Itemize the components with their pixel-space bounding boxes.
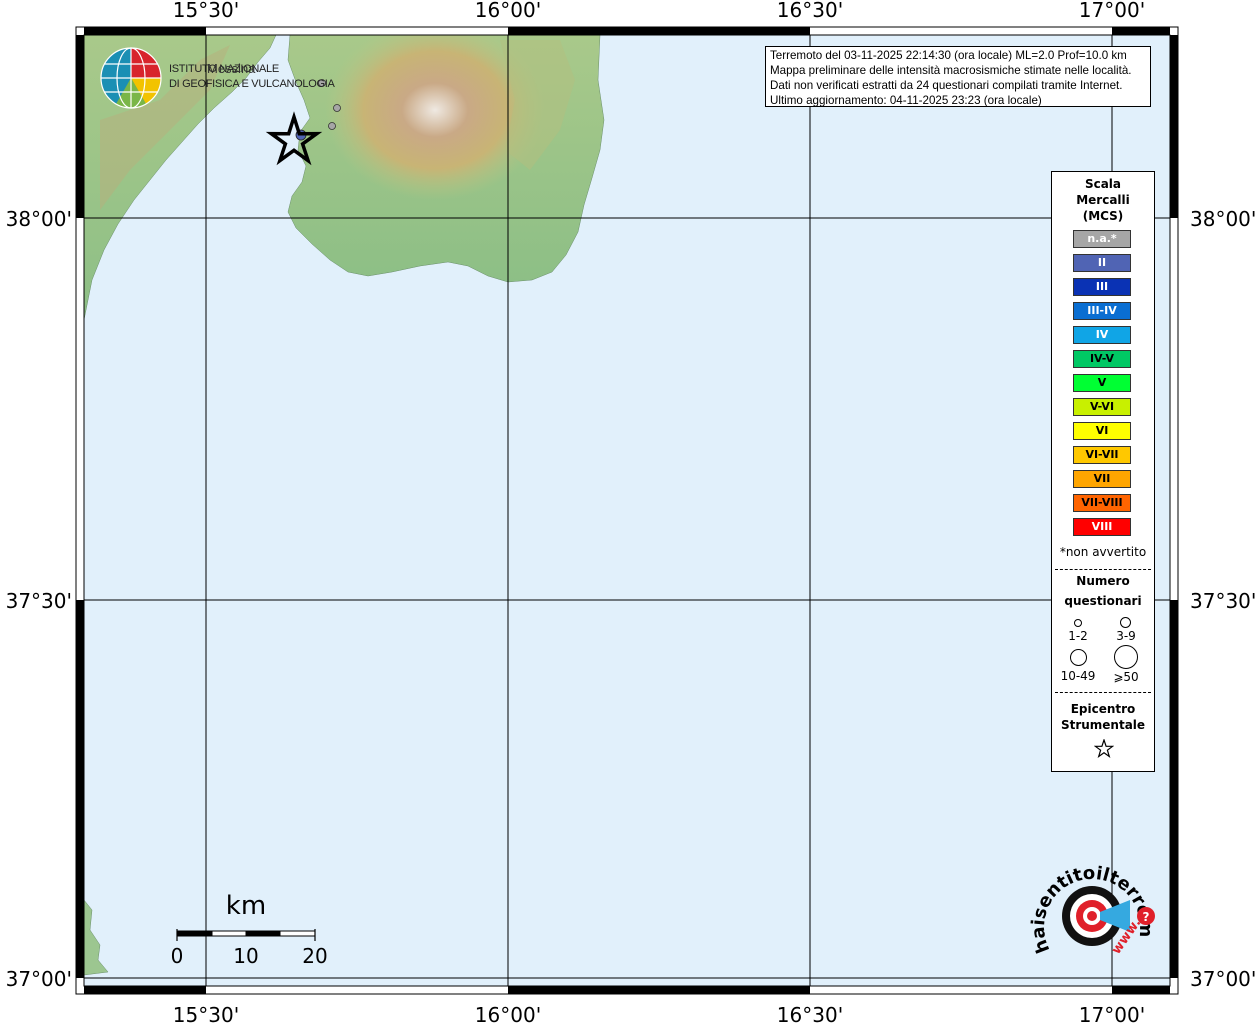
intensity-swatch: VI-VII bbox=[1073, 446, 1131, 464]
intensity-swatch: III-IV bbox=[1073, 302, 1131, 320]
scale-unit: km bbox=[226, 891, 266, 921]
lon-label-top-1: 15°30' bbox=[173, 0, 239, 22]
intensity-swatch: IV bbox=[1073, 326, 1131, 344]
info-line-updated: Ultimo aggiornamento: 04-11-2025 23:23 (… bbox=[770, 94, 1042, 107]
intensity-swatch: III bbox=[1073, 278, 1131, 296]
legend-star-icon bbox=[1094, 739, 1114, 759]
legend-divider bbox=[1055, 569, 1151, 570]
count-circle-small bbox=[1074, 619, 1082, 627]
questionnaire-point[interactable] bbox=[328, 122, 336, 130]
scale-label-10: 10 bbox=[233, 944, 258, 968]
info-line-event: Terremoto del 03-11-2025 22:14:30 (ora l… bbox=[770, 49, 1127, 62]
lon-label-bottom-4: 17°00' bbox=[1079, 1003, 1145, 1024]
info-line-description: Mappa preliminare delle intensità macros… bbox=[770, 64, 1132, 77]
lat-label-left-2: 37°30' bbox=[6, 589, 72, 613]
questionnaire-point[interactable] bbox=[333, 104, 341, 112]
count-circle-large bbox=[1070, 649, 1087, 666]
legend-divider bbox=[1055, 692, 1151, 693]
epicenter-title-1: Epicentro bbox=[1070, 702, 1136, 716]
lat-label-left-1: 38°00' bbox=[6, 207, 72, 231]
lat-label-right-3: 37°00' bbox=[1190, 967, 1255, 991]
count-label-4: ⩾50 bbox=[1113, 670, 1139, 684]
intensity-swatch: VI bbox=[1073, 422, 1131, 440]
intensity-swatch: n.a.* bbox=[1073, 230, 1131, 248]
intensity-swatch: II bbox=[1073, 254, 1131, 272]
count-label-1: 1-2 bbox=[1068, 629, 1088, 643]
ingv-line-2: DI GEOFISICA E VULCANOLOGIA bbox=[169, 78, 335, 90]
svg-text:?: ? bbox=[1143, 910, 1150, 924]
event-info-box: Terremoto del 03-11-2025 22:14:30 (ora l… bbox=[765, 46, 1151, 107]
lat-label-right-1: 38°00' bbox=[1190, 207, 1255, 231]
lat-label-left-3: 37°00' bbox=[6, 967, 72, 991]
legend-title-2: Mercalli bbox=[1076, 193, 1130, 207]
epicenter-title-2: Strumentale bbox=[1060, 718, 1146, 732]
intensity-swatch: VII bbox=[1073, 470, 1131, 488]
info-line-data-source: Dati non verificati estratti da 24 quest… bbox=[770, 79, 1123, 92]
legend-title-3: (MCS) bbox=[1082, 209, 1124, 223]
lon-label-top-4: 17°00' bbox=[1079, 0, 1145, 22]
count-label-2: 3-9 bbox=[1116, 629, 1136, 643]
not-felt-note: *non avvertito bbox=[1059, 545, 1147, 559]
intensity-swatch: VII-VIII bbox=[1073, 494, 1131, 512]
count-circle-medium bbox=[1120, 617, 1131, 628]
lon-label-top-3: 16°30' bbox=[777, 0, 843, 22]
intensity-swatch: VIII bbox=[1073, 518, 1131, 536]
count-title-1: Numero bbox=[1076, 574, 1130, 588]
scale-label-20: 20 bbox=[302, 944, 327, 968]
count-circle-xlarge bbox=[1114, 645, 1138, 669]
place-label-messina: Messina bbox=[207, 61, 256, 76]
sea bbox=[84, 35, 1170, 986]
scale-label-0: 0 bbox=[171, 944, 184, 968]
count-label-3: 10-49 bbox=[1060, 669, 1096, 683]
lon-label-bottom-3: 16°30' bbox=[777, 1003, 843, 1024]
lon-label-bottom-1: 15°30' bbox=[173, 1003, 239, 1024]
legend-title-1: Scala bbox=[1084, 177, 1122, 191]
lon-label-bottom-2: 16°00' bbox=[475, 1003, 541, 1024]
intensity-swatch: V-VI bbox=[1073, 398, 1131, 416]
lon-label-top-2: 16°00' bbox=[475, 0, 541, 22]
legend-panel: Scala Mercalli (MCS) n.a.* II III III-IV IV I… bbox=[1051, 171, 1155, 772]
count-title-2: questionari bbox=[1064, 594, 1142, 608]
ingv-logo bbox=[100, 47, 162, 109]
intensity-swatch: IV-V bbox=[1073, 350, 1131, 368]
lat-label-right-2: 37°30' bbox=[1190, 589, 1255, 613]
intensity-swatch: V bbox=[1073, 374, 1131, 392]
